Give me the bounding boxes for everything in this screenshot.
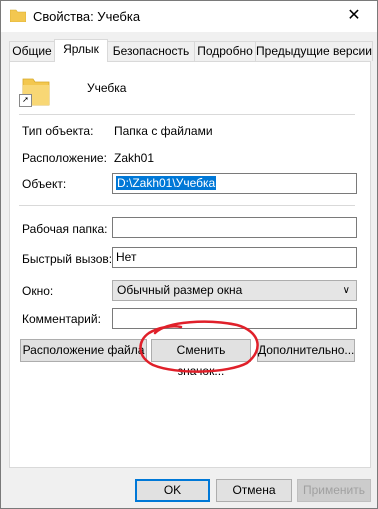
advanced-button[interactable]: Дополнительно... [257,339,355,362]
shortcut-arrow-icon: ➚ [19,94,32,107]
tab-general[interactable]: Общие [9,41,55,61]
target-field[interactable]: D:\Zakh01\Учебка [112,173,357,194]
change-icon-button[interactable]: Сменить значок... [151,339,251,378]
close-button[interactable]: ✕ [331,1,377,32]
run-select[interactable]: Обычный размер окна ∨ [112,280,357,301]
open-file-location-button[interactable]: Расположение файла [20,339,147,362]
chevron-down-icon: ∨ [342,285,350,296]
hotkey-field[interactable]: Нет [112,247,357,268]
tab-details[interactable]: Подробно [194,41,256,61]
separator [19,205,355,206]
location-value: Zakh01 [114,151,155,165]
close-icon: ✕ [347,7,361,24]
comment-field[interactable] [112,308,357,329]
start-in-field[interactable] [112,217,357,238]
tab-previous-versions[interactable]: Предыдущие версии [255,41,373,61]
run-label: Окно: [22,284,54,298]
properties-dialog: Свойства: Учебка ✕ Общие Ярлык Безопасно… [0,0,378,509]
apply-button[interactable]: Применить [297,479,371,502]
ok-button[interactable]: OK [135,479,210,502]
shortcut-name: Учебка [87,81,127,95]
run-select-value: Обычный размер окна [117,283,243,297]
tab-shortcut[interactable]: Ярлык [54,39,108,62]
tab-security[interactable]: Безопасность [107,41,195,61]
target-label: Объект: [22,177,67,191]
cancel-button[interactable]: Отмена [216,479,292,502]
separator [19,114,355,115]
tab-strip: Общие Ярлык Безопасность Подробно Предыд… [9,39,373,62]
start-in-label: Рабочая папка: [22,222,108,236]
object-type-label: Тип объекта: [22,124,94,138]
window-title: Свойства: Учебка [33,9,141,24]
object-type-value: Папка с файлами [114,124,213,138]
location-label: Расположение: [22,151,107,165]
folder-shortcut-icon: ➚ [19,73,51,107]
target-value: D:\Zakh01\Учебка [116,176,217,190]
comment-label: Комментарий: [22,312,101,326]
folder-icon [10,9,26,22]
title-bar[interactable]: Свойства: Учебка ✕ [1,1,377,32]
hotkey-label: Быстрый вызов: [22,252,113,266]
